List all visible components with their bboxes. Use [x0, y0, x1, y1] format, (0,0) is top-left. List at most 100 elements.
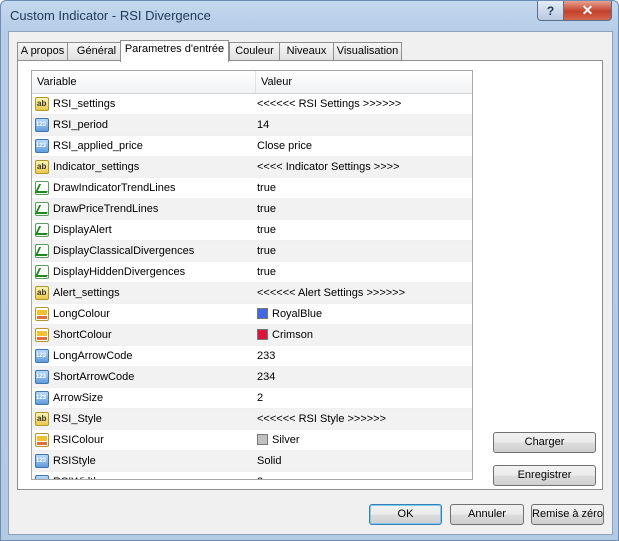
column-header-value[interactable]: Valeur: [256, 71, 466, 93]
parameter-value: 233: [257, 350, 276, 362]
parameter-value: 234: [257, 371, 276, 383]
parameter-row[interactable]: LongArrowCode 233: [32, 346, 472, 367]
parameter-value: Crimson: [272, 329, 313, 341]
parameter-value-cell[interactable]: 2: [257, 472, 263, 479]
color-icon: [35, 307, 49, 321]
boolean-icon: [35, 202, 49, 216]
parameter-row[interactable]: RSIWidth 2: [32, 472, 472, 479]
parameter-row[interactable]: RSI_Style <<<<<< RSI Style >>>>>>: [32, 409, 472, 430]
parameter-value: Solid: [257, 455, 282, 467]
parameter-name: RSI_Style: [53, 413, 102, 425]
parameter-value: true: [257, 224, 276, 236]
color-swatch: [257, 308, 268, 319]
parameter-row[interactable]: RSIColour Silver: [32, 430, 472, 451]
tab-panel: Variable Valeur RSI_settings <<<<<< RSI S…: [17, 60, 603, 490]
string-icon: [35, 286, 49, 300]
boolean-icon: [35, 223, 49, 237]
parameter-value: RoyalBlue: [272, 308, 323, 320]
parameter-name: RSI_settings: [53, 98, 116, 110]
close-button[interactable]: ✕: [563, 1, 612, 21]
parameter-value-cell[interactable]: true: [257, 220, 276, 240]
parameter-value-cell[interactable]: true: [257, 199, 276, 219]
parameter-row[interactable]: RSI_period 14: [32, 115, 472, 136]
cancel-button[interactable]: Annuler: [450, 504, 524, 525]
save-button[interactable]: Enregistrer: [493, 465, 596, 486]
parameter-row[interactable]: LongColour RoyalBlue: [32, 304, 472, 325]
reset-button[interactable]: Remise à zéro: [531, 504, 604, 525]
parameter-value-cell[interactable]: Close price: [257, 136, 312, 156]
parameter-name: Indicator_settings: [53, 161, 140, 173]
parameter-value: 2: [257, 476, 263, 479]
parameter-name: DrawIndicatorTrendLines: [53, 182, 176, 194]
boolean-icon: [35, 265, 49, 279]
help-button[interactable]: ?: [537, 1, 564, 21]
string-icon: [35, 412, 49, 426]
parameter-value: 2: [257, 392, 264, 404]
parameter-value: <<<<<< RSI Style >>>>>>: [257, 413, 387, 425]
parameter-name: LongArrowCode: [53, 350, 133, 362]
integer-icon: [35, 475, 49, 479]
integer-icon: [35, 391, 49, 405]
help-icon: ?: [546, 3, 555, 18]
parameter-value-cell[interactable]: true: [257, 262, 276, 282]
parameter-value-cell[interactable]: <<<<<< RSI Settings >>>>>>: [257, 94, 401, 114]
parameter-row[interactable]: DrawIndicatorTrendLines true: [32, 178, 472, 199]
close-icon: ✕: [581, 2, 594, 18]
parameter-value-cell[interactable]: <<<<<< RSI Style >>>>>>: [257, 409, 386, 429]
parameter-value-cell[interactable]: 233: [257, 346, 275, 366]
parameter-value-cell[interactable]: true: [257, 241, 276, 261]
parameter-row[interactable]: ShortColour Crimson: [32, 325, 472, 346]
parameter-value-cell[interactable]: Crimson: [257, 325, 313, 345]
color-icon: [35, 328, 49, 342]
tab-niveaux[interactable]: Niveaux: [279, 42, 334, 61]
string-icon: [35, 160, 49, 174]
string-icon: [35, 97, 49, 111]
parameter-value-cell[interactable]: Solid: [257, 451, 281, 471]
parameter-row[interactable]: RSIStyle Solid: [32, 451, 472, 472]
dialog-window: Custom Indicator - RSI Divergence ? ✕ A …: [0, 0, 619, 541]
parameter-value: Close price: [257, 140, 313, 152]
color-swatch: [257, 329, 268, 340]
parameter-value-cell[interactable]: 14: [257, 115, 269, 135]
parameter-row[interactable]: RSI_settings <<<<<< RSI Settings >>>>>>: [32, 94, 472, 115]
parameter-value-cell[interactable]: 2: [257, 388, 263, 408]
ok-button[interactable]: OK: [369, 504, 442, 525]
parameter-row[interactable]: Indicator_settings <<<< Indicator Setting…: [32, 157, 472, 178]
parameter-name: ShortColour: [53, 329, 112, 341]
parameter-name: Alert_settings: [53, 287, 120, 299]
parameter-value-cell[interactable]: true: [257, 178, 276, 198]
parameters-grid: Variable Valeur RSI_settings <<<<<< RSI S…: [31, 70, 473, 480]
boolean-icon: [35, 244, 49, 258]
parameter-name: LongColour: [53, 308, 110, 320]
color-icon: [35, 433, 49, 447]
color-swatch: [257, 434, 268, 445]
parameter-row[interactable]: DisplayHiddenDivergences true: [32, 262, 472, 283]
parameter-row[interactable]: Alert_settings <<<<<< Alert Settings >>>>…: [32, 283, 472, 304]
boolean-icon: [35, 181, 49, 195]
parameter-name: RSI_applied_price: [53, 140, 143, 152]
tab-visualisation[interactable]: Visualisation: [333, 42, 402, 61]
parameter-value-cell[interactable]: RoyalBlue: [257, 304, 322, 324]
parameter-value: <<<<<< RSI Settings >>>>>>: [257, 98, 402, 110]
parameter-row[interactable]: ShortArrowCode 234: [32, 367, 472, 388]
parameter-name: DisplayHiddenDivergences: [53, 266, 186, 278]
column-header-variable[interactable]: Variable: [32, 71, 256, 93]
parameter-value-cell[interactable]: 234: [257, 367, 275, 387]
window-title: Custom Indicator - RSI Divergence: [10, 8, 211, 23]
tab-a-propos[interactable]: A propos: [17, 42, 68, 61]
load-button[interactable]: Charger: [493, 432, 596, 453]
parameter-row[interactable]: DisplayClassicalDivergences true: [32, 241, 472, 262]
parameter-row[interactable]: DisplayAlert true: [32, 220, 472, 241]
parameter-value-cell[interactable]: <<<<<< Alert Settings >>>>>>: [257, 283, 405, 303]
grid-rows: RSI_settings<<<<<< RSI Settings >>>>>>RS…: [32, 94, 472, 479]
parameter-row[interactable]: DrawPriceTrendLines true: [32, 199, 472, 220]
parameter-row[interactable]: ArrowSize 2: [32, 388, 472, 409]
parameter-value: <<<< Indicator Settings >>>>: [257, 161, 400, 173]
parameter-value-cell[interactable]: <<<< Indicator Settings >>>>: [257, 157, 400, 177]
tab-general[interactable]: Général: [67, 42, 126, 61]
parameter-value-cell[interactable]: Silver: [257, 430, 300, 450]
tab-parametres-entree[interactable]: Parametres d'entrée: [120, 40, 229, 62]
tab-couleur[interactable]: Couleur: [229, 42, 280, 61]
parameter-row[interactable]: RSI_applied_price Close price: [32, 136, 472, 157]
parameter-name: RSIWidth: [53, 472, 99, 479]
